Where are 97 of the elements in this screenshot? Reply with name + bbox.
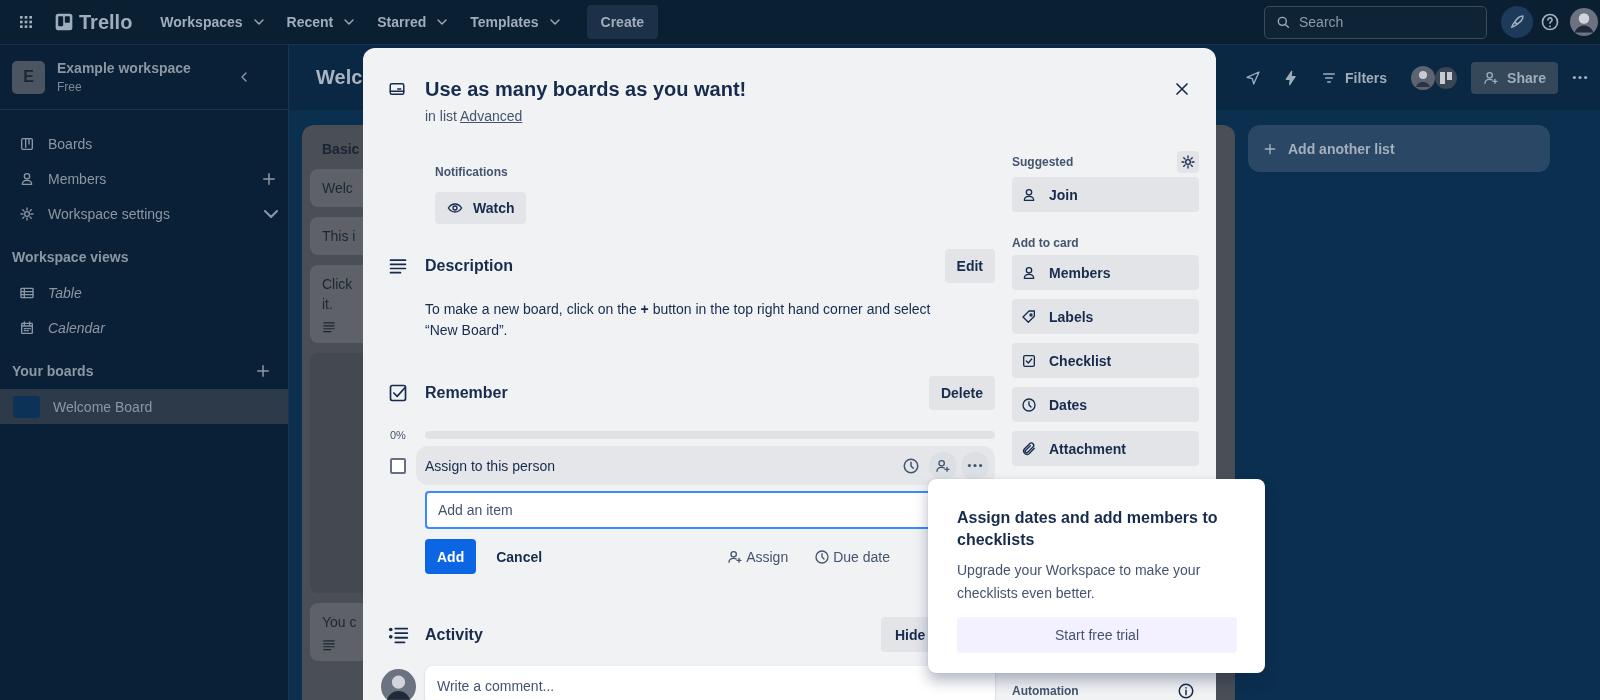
share-button[interactable]: Share <box>1471 61 1558 94</box>
sidebar-item[interactable]: Table <box>0 275 288 310</box>
checklist-item[interactable]: Assign to this person <box>416 446 995 485</box>
help-icon <box>1540 12 1560 32</box>
assign-member-button[interactable] <box>929 451 957 480</box>
card-title: Click <box>322 275 353 294</box>
edit-button[interactable]: Edit <box>944 249 995 283</box>
add-button[interactable]: Add <box>425 539 477 574</box>
board-title[interactable]: Welc <box>316 66 363 89</box>
nav-menu-button[interactable]: Starred <box>367 8 461 36</box>
search-icon <box>1275 14 1291 30</box>
boards-icon <box>19 135 35 152</box>
start-trial-button[interactable]: Start free trial <box>957 617 1237 653</box>
apps-grid-icon[interactable] <box>18 14 34 30</box>
popover-title: Assign dates and add members to checklists <box>957 508 1219 550</box>
cancel-button[interactable]: Cancel <box>484 539 555 574</box>
clock-icon <box>1021 396 1037 413</box>
logo-icon <box>54 12 74 32</box>
settings-button[interactable] <box>1177 151 1199 173</box>
popover-text: Upgrade your Workspace to make your checklists even better. <box>957 561 1202 603</box>
card-title: Welc <box>322 179 353 198</box>
add-item-field[interactable]: Add an item <box>425 491 928 529</box>
search-field[interactable]: Search <box>1264 5 1487 39</box>
section-heading: Remember <box>425 384 508 402</box>
tag-icon <box>1021 308 1037 325</box>
sidebar-action-button[interactable]: Attachment <box>1012 431 1199 466</box>
paper-plane-icon <box>1245 69 1262 86</box>
nav-menu-button[interactable]: Recent <box>276 8 368 36</box>
avatar-icon[interactable] <box>1570 8 1598 36</box>
progress-percent: 0% <box>389 429 407 441</box>
create-button[interactable]: Create <box>586 5 659 39</box>
chevron-down-icon <box>264 209 278 218</box>
checklist-action-button[interactable]: Assign <box>727 539 789 574</box>
card-icon <box>388 80 406 98</box>
nav-menu-button[interactable]: Templates <box>460 8 573 36</box>
search-input[interactable]: Search <box>1299 6 1469 38</box>
workspace-plan: Free <box>57 80 83 94</box>
more-icon <box>967 463 983 468</box>
card-title: Use as many boards as you want! <box>425 77 748 102</box>
card-title: You c <box>322 613 357 632</box>
watch-button[interactable]: Watch <box>435 192 527 224</box>
person-add-icon <box>1483 69 1500 86</box>
add-list-button[interactable]: Add another list <box>1248 125 1550 172</box>
avatar-icon <box>381 668 416 700</box>
section-heading: Activity <box>425 625 483 644</box>
person-icon <box>1021 264 1037 281</box>
section-label: Automation <box>1012 684 1079 698</box>
section-label: Add to card <box>1012 236 1080 250</box>
more-icon <box>1572 75 1588 80</box>
nav-menu-button[interactable]: Workspaces <box>150 8 277 36</box>
delete-button[interactable]: Delete <box>928 376 995 410</box>
sidebar-action-button[interactable]: Labels <box>1012 299 1199 334</box>
plus-icon <box>254 362 272 380</box>
sidebar-item[interactable]: Members <box>0 161 288 196</box>
sidebar-action-button[interactable]: Join <box>1012 177 1199 212</box>
sidebar-action-button[interactable]: Dates <box>1012 387 1199 422</box>
sidebar-item[interactable]: Boards <box>0 126 288 161</box>
section-heading: Description <box>425 257 513 275</box>
eye-icon <box>447 200 463 216</box>
description-text: To make a new board, click on the + button in the top right hand corner and select “New Board”. <box>425 300 932 340</box>
clock-icon <box>902 456 920 475</box>
section-label: Suggested <box>1012 155 1074 169</box>
checklist-icon <box>1021 352 1037 369</box>
filters-button[interactable]: Filters <box>1313 62 1396 93</box>
member-avatars-icon[interactable] <box>1411 65 1460 90</box>
sidebar-action-button[interactable]: Members <box>1012 255 1199 290</box>
checklist-action-button[interactable]: Due date <box>814 539 890 574</box>
paperclip-icon <box>1021 440 1037 457</box>
person-icon <box>19 170 35 187</box>
app-logo-link[interactable]: Trello <box>48 6 139 38</box>
notifications-button[interactable] <box>1501 6 1533 38</box>
section-heading: Your boards <box>12 363 94 379</box>
settings-icon <box>19 205 35 222</box>
checkbox[interactable] <box>390 457 406 474</box>
sidebar-item[interactable]: Calendar <box>0 310 288 345</box>
expand-button[interactable] <box>262 207 280 220</box>
card-title: it. <box>322 295 333 314</box>
workspace-name: Example workspace <box>57 60 192 76</box>
sidebar-item[interactable]: Workspace settings <box>0 196 288 231</box>
description-icon <box>388 256 408 276</box>
list-link[interactable]: Advanced <box>460 108 523 124</box>
info-icon[interactable] <box>1177 682 1195 700</box>
list-location-text: in list Advanced <box>425 108 524 124</box>
comment-field[interactable]: Write a comment... <box>425 666 995 700</box>
section-label: Notifications <box>435 165 508 179</box>
person-add-icon <box>935 457 951 474</box>
person-add-icon <box>727 548 744 565</box>
person-icon <box>1021 186 1037 203</box>
calendar-icon <box>19 319 35 336</box>
board-item[interactable]: Welcome Board <box>0 389 288 424</box>
section-heading: Workspace views <box>12 249 129 265</box>
checklist-icon <box>388 383 408 403</box>
board-thumbnail <box>13 395 40 418</box>
clock-icon <box>814 548 831 565</box>
sidebar-action-button[interactable]: Checklist <box>1012 343 1199 378</box>
item-actions-button[interactable] <box>961 451 989 480</box>
settings-icon <box>1180 154 1196 170</box>
